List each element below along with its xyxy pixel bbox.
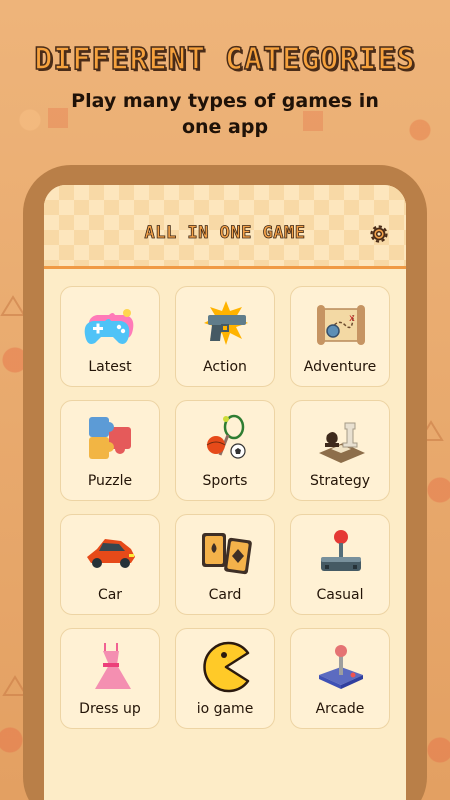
svg-text:x: x bbox=[349, 313, 355, 324]
pistol-icon bbox=[198, 299, 254, 351]
category-tile-card[interactable]: Card bbox=[175, 514, 275, 615]
dress-icon bbox=[83, 641, 139, 693]
category-label: Action bbox=[203, 359, 247, 375]
category-tile-sports[interactable]: Sports bbox=[175, 400, 275, 501]
category-label: io game bbox=[196, 701, 254, 717]
pacman-icon bbox=[198, 641, 254, 693]
app-title: ALL IN ONE GAME bbox=[144, 223, 306, 244]
category-tile-io-game[interactable]: io game bbox=[175, 628, 275, 729]
app-screen: ALL IN ONE GAME Latest Action x Adventur… bbox=[44, 185, 406, 800]
category-tile-car[interactable]: Car bbox=[60, 514, 160, 615]
chess-pieces-icon bbox=[313, 413, 369, 465]
category-label: Card bbox=[208, 587, 242, 603]
category-tile-dress-up[interactable]: Dress up bbox=[60, 628, 160, 729]
category-label: Sports bbox=[202, 473, 248, 489]
category-tile-puzzle[interactable]: Puzzle bbox=[60, 400, 160, 501]
category-label: Casual bbox=[316, 587, 364, 603]
hero-title: DIFFERENT CATEGORIES bbox=[34, 41, 416, 78]
category-tile-latest[interactable]: Latest bbox=[60, 286, 160, 387]
category-label: Strategy bbox=[310, 473, 370, 489]
arcade-stick-icon bbox=[313, 641, 369, 693]
treasure-map-icon: x bbox=[313, 299, 369, 351]
gamepad-icon bbox=[83, 299, 139, 351]
puzzle-piece-icon bbox=[83, 413, 139, 465]
category-grid: Latest Action x Adventure Puzzle Sports … bbox=[60, 286, 390, 729]
category-label: Latest bbox=[88, 359, 132, 375]
category-tile-action[interactable]: Action bbox=[175, 286, 275, 387]
sports-balls-icon bbox=[198, 413, 254, 465]
category-label: Adventure bbox=[303, 359, 377, 375]
category-tile-adventure[interactable]: x Adventure bbox=[290, 286, 390, 387]
category-label: Puzzle bbox=[87, 473, 133, 489]
app-header: ALL IN ONE GAME bbox=[44, 185, 406, 269]
settings-button[interactable] bbox=[366, 221, 392, 247]
category-tile-arcade[interactable]: Arcade bbox=[290, 628, 390, 729]
category-label: Arcade bbox=[315, 701, 365, 717]
category-tile-casual[interactable]: Casual bbox=[290, 514, 390, 615]
car-icon bbox=[83, 527, 139, 579]
hero-subtitle: Play many types of games in one app bbox=[71, 90, 379, 138]
category-label: Car bbox=[97, 587, 123, 603]
playing-cards-icon bbox=[198, 527, 254, 579]
gear-icon bbox=[370, 225, 388, 243]
joystick-icon bbox=[313, 527, 369, 579]
category-tile-strategy[interactable]: Strategy bbox=[290, 400, 390, 501]
category-label: Dress up bbox=[79, 701, 141, 717]
